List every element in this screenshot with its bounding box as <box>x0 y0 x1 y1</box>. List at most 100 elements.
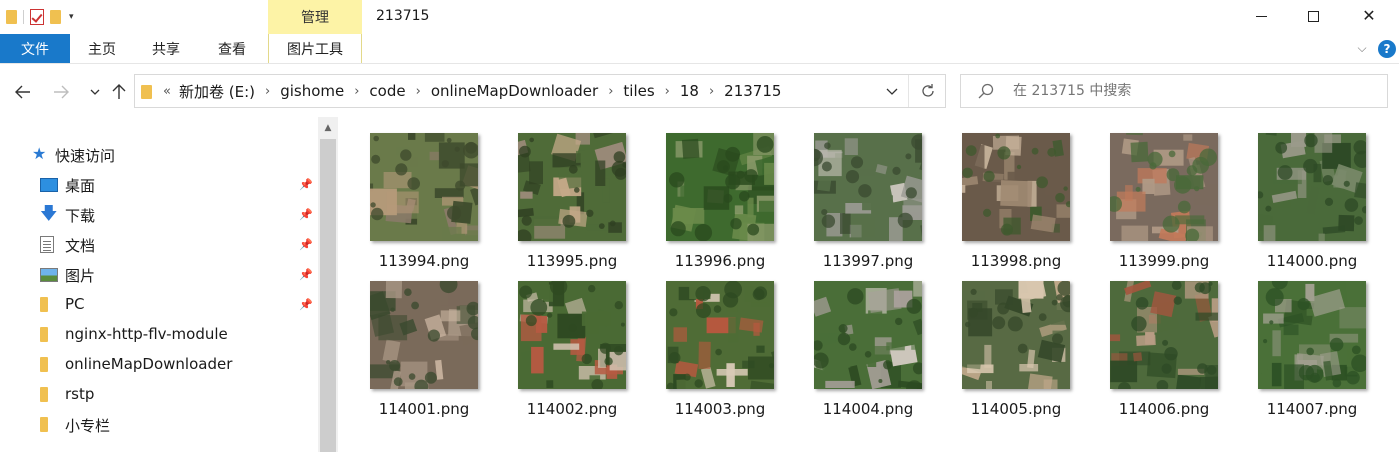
sidebar-item-label: 下载 <box>65 207 96 225</box>
file-item[interactable]: 113995.png <box>508 119 636 270</box>
sidebar-item-quick-access[interactable]: ★ 快速访问 <box>0 139 318 169</box>
tab-picture-tools[interactable]: 图片工具 <box>268 34 362 63</box>
breadcrumb-item[interactable]: code <box>369 82 405 100</box>
aerial-map-tile-image <box>518 133 626 241</box>
pin-icon[interactable]: 📌 <box>299 178 313 191</box>
customize-qat-chevron-down-icon[interactable]: ▾ <box>69 12 74 22</box>
file-name: 114005.png <box>970 400 1062 418</box>
desktop-icon <box>40 178 58 192</box>
forward-button[interactable] <box>50 81 72 103</box>
file-item[interactable]: 114006.png <box>1100 267 1228 418</box>
sidebar-item-label: 快速访问 <box>55 147 116 165</box>
file-name: 114003.png <box>674 400 766 418</box>
help-icon[interactable]: ? <box>1378 40 1396 58</box>
breadcrumb-separator-chevron-right-icon[interactable]: › <box>354 84 359 99</box>
properties-icon[interactable] <box>30 9 44 25</box>
sidebar-item-rstp[interactable]: rstp <box>0 379 318 409</box>
scrollbar-thumb[interactable] <box>320 139 336 452</box>
breadcrumb-separator-chevron-right-icon[interactable]: › <box>665 84 670 99</box>
aerial-map-tile-image <box>666 133 774 241</box>
sidebar-item-pc[interactable]: PC 📌 <box>0 289 318 319</box>
breadcrumb-item[interactable]: gishome <box>280 82 344 100</box>
sidebar-item-xiaozhuanlan[interactable]: 小专栏 <box>0 409 318 439</box>
maximize-button[interactable] <box>1290 0 1336 32</box>
pictures-icon <box>40 268 58 282</box>
sidebar-item-documents[interactable]: 文档 📌 <box>0 229 318 259</box>
refresh-button[interactable] <box>911 75 945 107</box>
file-item[interactable]: 113994.png <box>360 119 488 270</box>
file-name: 114001.png <box>378 400 470 418</box>
breadcrumb-separator-chevron-right-icon[interactable]: › <box>265 84 270 99</box>
back-button[interactable] <box>12 81 34 103</box>
file-item[interactable]: 113996.png <box>656 119 784 270</box>
tab-share[interactable]: 共享 <box>134 34 198 63</box>
tab-manage[interactable]: 管理 <box>268 0 362 34</box>
tab-home[interactable]: 主页 <box>70 34 134 63</box>
sidebar-item-downloads[interactable]: 🡇 下载 📌 <box>0 199 318 229</box>
folder-icon <box>40 297 48 312</box>
address-bar[interactable]: « 新加卷 (E:) › gishome › code › onlineMapD… <box>134 74 946 108</box>
sidebar-item-desktop[interactable]: 桌面 📌 <box>0 169 318 199</box>
file-item[interactable]: 114000.png <box>1248 119 1376 270</box>
file-list: 113994.png 113995.png 113996.png 113997.png… <box>338 117 1399 452</box>
breadcrumb-item[interactable]: 213715 <box>724 82 781 100</box>
new-folder-icon[interactable] <box>50 10 61 24</box>
file-item[interactable]: 114001.png <box>360 267 488 418</box>
expand-ribbon-chevron-down-icon[interactable]: ⌵ <box>1354 40 1370 56</box>
file-name: 114002.png <box>526 400 618 418</box>
file-item[interactable]: 114004.png <box>804 267 932 418</box>
tab-view[interactable]: 查看 <box>198 34 266 63</box>
pin-icon[interactable]: 📌 <box>299 238 313 251</box>
file-item[interactable]: 113997.png <box>804 119 932 270</box>
address-history-chevron-down-icon[interactable] <box>875 75 909 107</box>
search-box[interactable] <box>960 74 1388 108</box>
file-thumbnail <box>814 133 922 241</box>
sidebar-item-onlinemapdownloader[interactable]: onlineMapDownloader <box>0 349 318 379</box>
minimize-button[interactable] <box>1238 0 1284 32</box>
chevron-down-icon <box>886 88 897 95</box>
document-icon <box>40 236 54 253</box>
sidebar-item-label: PC <box>65 295 85 313</box>
sidebar-item-nginx-http-flv-module[interactable]: nginx-http-flv-module <box>0 319 318 349</box>
breadcrumb-separator-chevron-right-icon[interactable]: › <box>608 84 613 99</box>
folder-icon <box>141 85 152 99</box>
breadcrumb-separator-chevron-right-icon[interactable]: › <box>416 84 421 99</box>
breadcrumb-item[interactable]: 18 <box>680 82 699 100</box>
navigation-scrollbar[interactable]: ▲ <box>318 117 338 452</box>
up-button[interactable] <box>108 81 130 103</box>
tab-file[interactable]: 文件 <box>0 34 70 63</box>
file-thumbnail <box>1258 133 1366 241</box>
folder-icon <box>40 417 48 432</box>
breadcrumb-item[interactable]: onlineMapDownloader <box>431 82 598 100</box>
pin-icon[interactable]: 📌 <box>299 268 313 281</box>
sidebar-item-label: rstp <box>65 385 95 403</box>
file-thumbnail <box>370 281 478 389</box>
sidebar-item-pictures[interactable]: 图片 📌 <box>0 259 318 289</box>
file-item[interactable]: 114002.png <box>508 267 636 418</box>
file-item[interactable]: 114005.png <box>952 267 1080 418</box>
file-item[interactable]: 114007.png <box>1248 267 1376 418</box>
pin-icon[interactable]: 📌 <box>299 208 313 221</box>
quick-access-toolbar: ▾ <box>6 5 74 29</box>
breadcrumb-item[interactable]: 新加卷 (E:) <box>179 81 255 102</box>
file-item[interactable]: 113999.png <box>1100 119 1228 270</box>
close-button[interactable]: ✕ <box>1346 0 1392 32</box>
star-icon: ★ <box>32 144 47 163</box>
window-title: 213715 <box>376 8 430 24</box>
file-item[interactable]: 113998.png <box>952 119 1080 270</box>
file-item[interactable]: 114003.png <box>656 267 784 418</box>
close-icon: ✕ <box>1362 6 1376 25</box>
recent-locations-chevron-down-icon[interactable] <box>84 81 106 103</box>
qat-separator <box>23 10 24 24</box>
breadcrumb-item[interactable]: tiles <box>623 82 654 100</box>
file-thumbnail <box>666 281 774 389</box>
aerial-map-tile-image <box>370 281 478 389</box>
search-input[interactable] <box>1013 75 1373 107</box>
pin-icon[interactable]: 📌 <box>299 298 313 311</box>
breadcrumb-overflow[interactable]: « <box>163 84 171 99</box>
arrow-up-icon <box>112 84 126 99</box>
breadcrumb-separator-chevron-right-icon[interactable]: › <box>709 84 714 99</box>
folder-icon <box>40 357 48 372</box>
scroll-up-chevron-icon[interactable]: ▲ <box>318 119 338 137</box>
folder-icon[interactable] <box>6 10 17 24</box>
